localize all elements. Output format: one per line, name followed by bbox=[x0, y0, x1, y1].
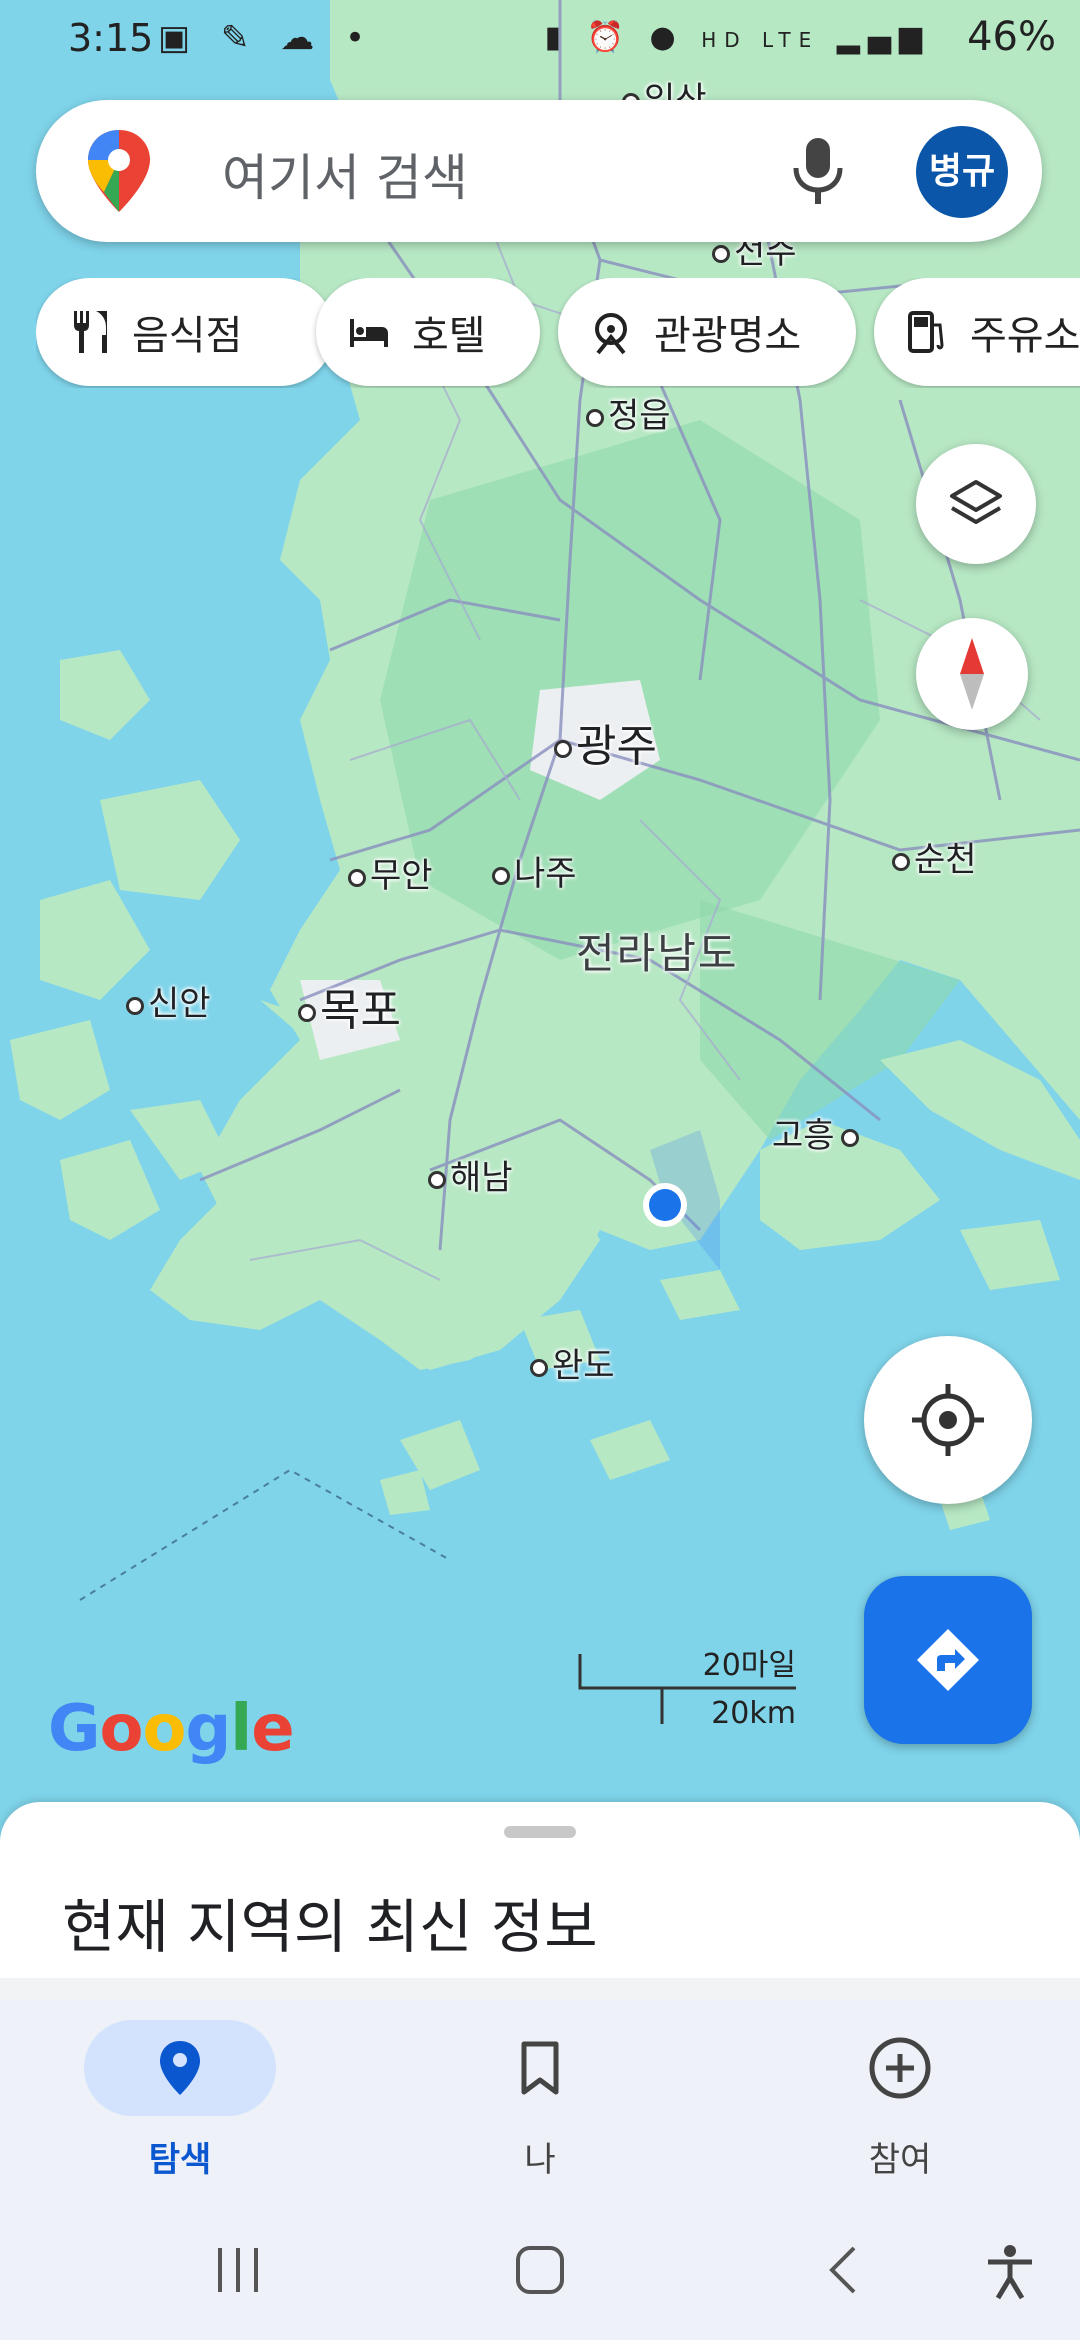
city-dot-icon bbox=[126, 996, 144, 1015]
directions-icon bbox=[917, 1629, 979, 1691]
battery-level: 46% bbox=[967, 14, 1056, 60]
bookmark-icon bbox=[521, 2041, 559, 2095]
attraction-icon bbox=[595, 313, 627, 355]
chip-label: 음식점 bbox=[132, 313, 243, 359]
bed-icon bbox=[350, 319, 388, 347]
compass-icon bbox=[960, 638, 984, 710]
status-bar: 3:15 ▣ ✎ ☁ • ▮ ⏰ ● HD LTE ▂▄▆ 46% bbox=[0, 0, 1080, 80]
map-label-text: 무안 bbox=[370, 856, 433, 896]
tab-label: 나 bbox=[524, 2140, 556, 2180]
city-dot-icon bbox=[712, 244, 730, 263]
map-label-text: 광주 bbox=[576, 721, 657, 772]
map-label-mokpo[interactable]: 목포 bbox=[298, 974, 401, 1038]
map-label-goheung[interactable]: 고흥 bbox=[772, 1108, 863, 1157]
map-label-text: 목포 bbox=[320, 985, 401, 1036]
map-label-naju[interactable]: 나주 bbox=[492, 846, 577, 895]
map-label-region: 전라남도 bbox=[576, 920, 739, 981]
bottom-navigation: 탐색 나 참여 bbox=[0, 2000, 1080, 2200]
tab-explore[interactable]: 탐색 bbox=[80, 2010, 280, 2180]
gas-station-icon bbox=[908, 311, 944, 353]
city-dot-icon bbox=[530, 1358, 548, 1377]
mic-icon[interactable] bbox=[788, 134, 848, 208]
system-navigation-bar bbox=[0, 2200, 1080, 2340]
map-label-gwangju[interactable]: 광주 bbox=[554, 710, 657, 774]
city-dot-icon bbox=[492, 866, 510, 885]
city-dot-icon bbox=[428, 1170, 446, 1189]
avatar[interactable]: 병규 bbox=[916, 126, 1008, 218]
network-label: HD LTE bbox=[701, 28, 820, 52]
chip-label: 관광명소 bbox=[654, 313, 802, 359]
map-label-text: 완도 bbox=[552, 1346, 615, 1386]
city-dot-icon bbox=[348, 868, 366, 887]
map-label-haenam[interactable]: 해남 bbox=[428, 1150, 513, 1199]
city-dot-icon bbox=[840, 1128, 859, 1147]
status-time: 3:15 bbox=[68, 16, 154, 60]
map-label-muan[interactable]: 무안 bbox=[348, 848, 433, 897]
map-label-text: 순천 bbox=[914, 840, 977, 880]
tab-label: 참여 bbox=[868, 2140, 932, 2180]
scale-km: 20km bbox=[711, 1696, 796, 1731]
tab-me[interactable]: 나 bbox=[440, 2010, 640, 2180]
map-canvas[interactable] bbox=[0, 0, 1080, 1810]
map-label-jeongeup[interactable]: 정읍 bbox=[586, 388, 671, 437]
accessibility-icon[interactable] bbox=[984, 2244, 1036, 2300]
google-maps-pin-icon bbox=[88, 130, 150, 212]
crosshair-icon bbox=[912, 1384, 984, 1456]
city-dot-icon bbox=[554, 740, 572, 758]
tab-contribute[interactable]: 참여 bbox=[800, 2010, 1000, 2180]
chip-hotels[interactable]: 호텔 bbox=[316, 278, 540, 386]
back-icon[interactable] bbox=[820, 2244, 872, 2296]
fork-knife-icon bbox=[74, 311, 107, 353]
notification-icons: ▣ ✎ ☁ • bbox=[158, 18, 376, 58]
map-label-text: 전라남도 bbox=[576, 929, 739, 978]
recent-apps-icon[interactable] bbox=[212, 2244, 264, 2296]
layers-button[interactable] bbox=[916, 444, 1036, 564]
sheet-divider bbox=[0, 1978, 1080, 2000]
sheet-title: 현재 지역의 최신 정보 bbox=[62, 1893, 598, 1961]
chip-label: 호텔 bbox=[412, 313, 486, 359]
search-bar[interactable]: 여기서 검색 병규 bbox=[36, 100, 1042, 242]
compass-button[interactable] bbox=[916, 618, 1028, 730]
city-dot-icon bbox=[298, 1004, 316, 1022]
chip-gas-stations[interactable]: 주유소 bbox=[874, 278, 1080, 386]
map-label-text: 정읍 bbox=[608, 396, 671, 436]
city-dot-icon bbox=[586, 408, 604, 427]
map-label-suncheon[interactable]: 순천 bbox=[892, 832, 977, 881]
map-label-text: 나주 bbox=[514, 854, 577, 894]
google-logo: Google bbox=[48, 1692, 295, 1766]
directions-button[interactable] bbox=[864, 1576, 1032, 1744]
map-label-wando[interactable]: 완도 bbox=[530, 1338, 615, 1387]
sheet-drag-handle[interactable] bbox=[504, 1826, 576, 1838]
tab-label: 탐색 bbox=[148, 2140, 212, 2180]
home-icon[interactable] bbox=[514, 2244, 566, 2296]
category-chips: 음식점 호텔 관광명소 주유소 bbox=[36, 278, 1080, 388]
map-label-text: 고흥 bbox=[772, 1116, 835, 1156]
chip-attractions[interactable]: 관광명소 bbox=[558, 278, 856, 386]
search-placeholder: 여기서 검색 bbox=[222, 149, 468, 207]
chip-restaurants[interactable]: 음식점 bbox=[36, 278, 334, 386]
layers-icon bbox=[950, 480, 1002, 524]
map-label-sinan[interactable]: 신안 bbox=[126, 976, 211, 1025]
my-location-button[interactable] bbox=[864, 1336, 1032, 1504]
location-pin-icon bbox=[160, 2041, 200, 2095]
map-label-text: 신안 bbox=[148, 984, 211, 1024]
bottom-sheet[interactable]: 현재 지역의 최신 정보 bbox=[0, 1802, 1080, 2000]
chip-label: 주유소 bbox=[970, 313, 1080, 359]
map-label-text: 해남 bbox=[450, 1158, 513, 1198]
city-dot-icon bbox=[892, 852, 910, 871]
map-scale: 20마일 20km bbox=[576, 1640, 796, 1731]
status-icons: ▮ ⏰ ● HD LTE ▂▄▆ bbox=[544, 20, 930, 55]
add-circle-icon bbox=[869, 2037, 931, 2099]
